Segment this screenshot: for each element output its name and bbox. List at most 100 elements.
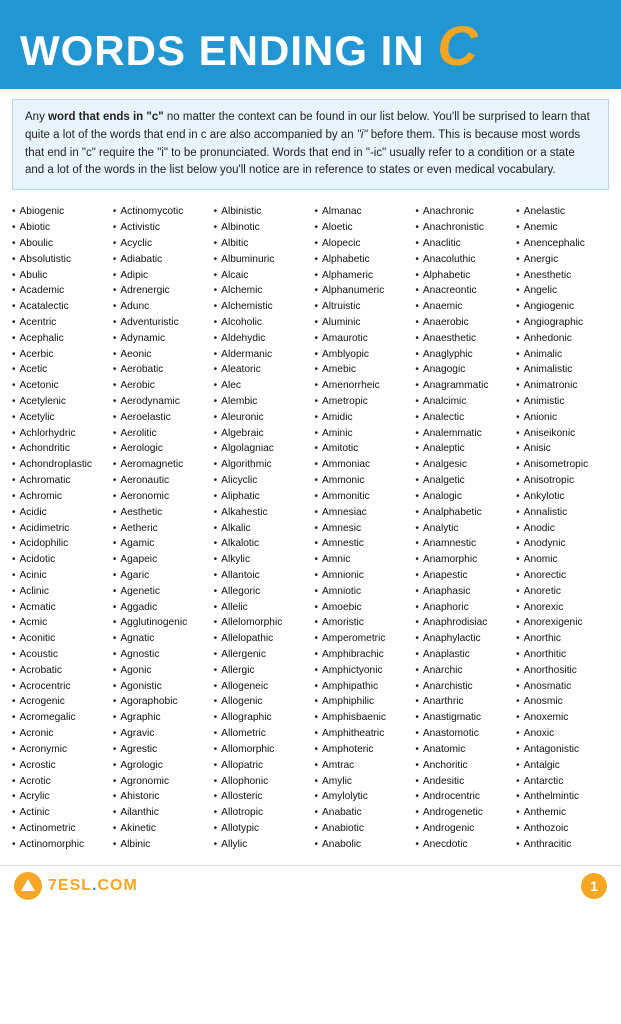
word-label: Amebic	[322, 362, 356, 378]
list-item: •Amblyopic	[314, 347, 407, 363]
list-item: •Anorthositic	[516, 663, 609, 679]
list-item: •Anabolic	[314, 837, 407, 853]
bullet-icon: •	[214, 204, 218, 220]
list-item: •Amphibrachic	[314, 647, 407, 663]
bullet-icon: •	[516, 426, 520, 442]
word-label: Amnesiac	[322, 505, 367, 521]
list-item: •Anaglyphic	[415, 347, 508, 363]
word-label: Anaemic	[423, 299, 463, 315]
bullet-icon: •	[12, 252, 16, 268]
list-item: •Agravic	[113, 726, 206, 742]
list-item: •Ammonitic	[314, 489, 407, 505]
list-item: •Anamorphic	[415, 552, 508, 568]
word-label: Anergic	[524, 252, 559, 268]
bullet-icon: •	[314, 394, 318, 410]
list-item: •Aggadic	[113, 600, 206, 616]
list-item: •Anoxic	[516, 726, 609, 742]
list-item: •Ametropic	[314, 394, 407, 410]
word-label: Adiabatic	[120, 252, 162, 268]
bullet-icon: •	[214, 473, 218, 489]
list-item: •Anisic	[516, 441, 609, 457]
word-label: Actinic	[20, 805, 50, 821]
word-label: Actinomycotic	[120, 204, 183, 220]
word-label: Anecdotic	[423, 837, 468, 853]
bullet-icon: •	[113, 742, 117, 758]
bullet-icon: •	[214, 726, 218, 742]
list-item: •Aerodynamic	[113, 394, 206, 410]
word-label: Anastomotic	[423, 726, 479, 742]
list-item: •Albinic	[113, 837, 206, 853]
bullet-icon: •	[415, 236, 419, 252]
bullet-icon: •	[113, 821, 117, 837]
bullet-icon: •	[415, 220, 419, 236]
bullet-icon: •	[113, 236, 117, 252]
list-item: •Acrogenic	[12, 694, 105, 710]
list-item: •Amphiphilic	[314, 694, 407, 710]
logo-icon	[14, 872, 42, 900]
bullet-icon: •	[12, 742, 16, 758]
word-label: Adynamic	[120, 331, 165, 347]
list-item: •Acromegalic	[12, 710, 105, 726]
bullet-icon: •	[415, 283, 419, 299]
list-item: •Acetylenic	[12, 394, 105, 410]
list-item: •Aloetic	[314, 220, 407, 236]
list-item: •Angiographic	[516, 315, 609, 331]
list-item: •Alcaic	[214, 268, 307, 284]
word-label: Acrocentric	[20, 679, 71, 695]
list-item: •Algolagniac	[214, 441, 307, 457]
bullet-icon: •	[12, 410, 16, 426]
bullet-icon: •	[516, 489, 520, 505]
list-item: •Amidic	[314, 410, 407, 426]
word-label: Anorthitic	[524, 647, 566, 663]
word-label: Albinistic	[221, 204, 261, 220]
word-label: Acmatic	[20, 600, 56, 616]
bullet-icon: •	[12, 426, 16, 442]
bullet-icon: •	[214, 821, 218, 837]
word-label: Amtrac	[322, 758, 354, 774]
word-label: Allergenic	[221, 647, 266, 663]
list-item: •Anaphasic	[415, 584, 508, 600]
word-label: Anthozoic	[524, 821, 569, 837]
bullet-icon: •	[113, 204, 117, 220]
word-label: Androcentric	[423, 789, 480, 805]
word-label: Amylolytic	[322, 789, 368, 805]
list-item: •Amnesiac	[314, 505, 407, 521]
bullet-icon: •	[314, 584, 318, 600]
bullet-icon: •	[415, 536, 419, 552]
word-label: Allotropic	[221, 805, 263, 821]
word-label: Aeronautic	[120, 473, 169, 489]
word-label: Anthemic	[524, 805, 566, 821]
list-item: •Agoraphobic	[113, 694, 206, 710]
list-item: •Anagrammatic	[415, 378, 508, 394]
word-label: Antalgic	[524, 758, 560, 774]
bullet-icon: •	[214, 299, 218, 315]
bullet-icon: •	[214, 521, 218, 537]
bullet-icon: •	[113, 268, 117, 284]
list-item: •Alkalotic	[214, 536, 307, 552]
bullet-icon: •	[415, 600, 419, 616]
list-item: •Agraphic	[113, 710, 206, 726]
list-item: •Anthracitic	[516, 837, 609, 853]
word-label: Amenorrheic	[322, 378, 380, 394]
list-item: •Amoebic	[314, 600, 407, 616]
word-label: Anorthositic	[524, 663, 577, 679]
list-item: •Anelastic	[516, 204, 609, 220]
bullet-icon: •	[113, 299, 117, 315]
word-label: Abiogenic	[20, 204, 65, 220]
bullet-icon: •	[314, 774, 318, 790]
word-label: Androgenic	[423, 821, 475, 837]
word-label: Acmic	[20, 615, 48, 631]
list-item: •Acrobatic	[12, 663, 105, 679]
list-item: •Actinomorphic	[12, 837, 105, 853]
bullet-icon: •	[214, 410, 218, 426]
word-label: Animatronic	[524, 378, 578, 394]
word-label: Agravic	[120, 726, 154, 742]
word-label: Anoxemic	[524, 710, 569, 726]
bullet-icon: •	[214, 631, 218, 647]
word-label: Allophonic	[221, 774, 268, 790]
word-label: Adventuristic	[120, 315, 178, 331]
bullet-icon: •	[12, 315, 16, 331]
bullet-icon: •	[214, 552, 218, 568]
bullet-icon: •	[113, 426, 117, 442]
list-item: •Aetheric	[113, 521, 206, 537]
